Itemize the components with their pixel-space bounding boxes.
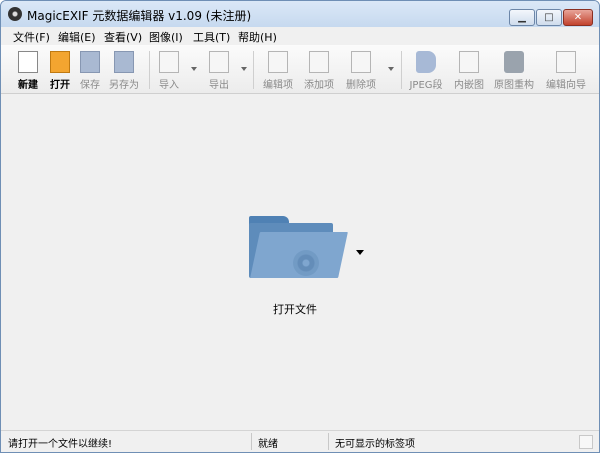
rebuild-original-button[interactable]: 原图重构 bbox=[490, 49, 538, 91]
import-dropdown-arrow[interactable] bbox=[191, 67, 197, 71]
menu-help[interactable]: 帮助(H) bbox=[238, 29, 277, 45]
open-file-dropdown-arrow[interactable] bbox=[356, 250, 364, 255]
open-button-label: 打开 bbox=[50, 80, 70, 91]
embedded-image-icon bbox=[459, 51, 479, 73]
app-window: MagicEXIF 元数据编辑器 v1.09 (未注册) ▁ □ ✕ 文件(F)… bbox=[0, 0, 600, 453]
workspace: 打开文件 bbox=[1, 94, 599, 430]
menu-file[interactable]: 文件(F) bbox=[13, 29, 50, 45]
jpeg-segment-button-label: JPEG段 bbox=[409, 80, 443, 91]
edit-wizard-button[interactable]: 编辑向导 bbox=[542, 49, 590, 91]
new-document-icon bbox=[18, 51, 38, 73]
menu-image[interactable]: 图像(I) bbox=[149, 29, 183, 45]
menu-tools[interactable]: 工具(T) bbox=[193, 29, 230, 45]
delete-item-button-label: 删除项 bbox=[346, 80, 376, 91]
export-button-label: 导出 bbox=[209, 80, 229, 91]
add-item-button[interactable]: 添加项 bbox=[300, 49, 338, 91]
resize-grip[interactable] bbox=[579, 435, 593, 449]
delete-item-button[interactable]: 删除项 bbox=[341, 49, 381, 91]
status-tags: 无可显示的标签项 bbox=[335, 439, 415, 450]
status-divider bbox=[328, 433, 329, 450]
save-button-label: 保存 bbox=[80, 80, 100, 91]
embedded-image-button[interactable]: 内嵌图 bbox=[450, 49, 488, 91]
edit-wizard-button-label: 编辑向导 bbox=[546, 80, 586, 91]
rebuild-original-button-label: 原图重构 bbox=[494, 80, 534, 91]
export-button[interactable]: 导出 bbox=[205, 49, 233, 91]
export-dropdown-arrow[interactable] bbox=[241, 67, 247, 71]
window-title: MagicEXIF 元数据编辑器 v1.09 (未注册) bbox=[27, 9, 252, 23]
open-file-folder-button[interactable] bbox=[249, 216, 348, 278]
folder-open-icon bbox=[50, 51, 70, 73]
import-button-label: 导入 bbox=[159, 80, 179, 91]
open-button[interactable]: 打开 bbox=[45, 49, 75, 91]
add-item-icon bbox=[309, 51, 329, 73]
tag-icon bbox=[416, 51, 436, 73]
maximize-icon: □ bbox=[544, 12, 554, 23]
open-file-label[interactable]: 打开文件 bbox=[273, 301, 317, 317]
edit-item-button[interactable]: 编辑项 bbox=[259, 49, 297, 91]
menu-view[interactable]: 查看(V) bbox=[104, 29, 142, 45]
edit-item-button-label: 编辑项 bbox=[263, 80, 293, 91]
jpeg-segment-button[interactable]: JPEG段 bbox=[406, 49, 446, 91]
delete-dropdown-arrow[interactable] bbox=[388, 67, 394, 71]
status-hint: 请打开一个文件以继续! bbox=[8, 439, 113, 450]
embedded-image-button-label: 内嵌图 bbox=[454, 80, 484, 91]
camera-lens-icon bbox=[8, 7, 22, 21]
toolbar-separator bbox=[149, 51, 150, 89]
toolbar-separator bbox=[253, 51, 254, 89]
toolbar-separator bbox=[401, 51, 402, 89]
menu-edit[interactable]: 编辑(E) bbox=[58, 29, 96, 45]
delete-item-icon bbox=[351, 51, 371, 73]
status-bar: 请打开一个文件以继续! 就绪 无可显示的标签项 bbox=[1, 430, 599, 452]
save-button[interactable]: 保存 bbox=[77, 49, 103, 91]
floppy-edit-icon bbox=[114, 51, 134, 73]
title-bar[interactable]: MagicEXIF 元数据编辑器 v1.09 (未注册) ▁ □ ✕ bbox=[1, 1, 599, 27]
minimize-icon: ▁ bbox=[518, 12, 526, 23]
new-button[interactable]: 新建 bbox=[13, 49, 43, 91]
add-item-button-label: 添加项 bbox=[304, 80, 334, 91]
import-icon bbox=[159, 51, 179, 73]
status-state: 就绪 bbox=[258, 439, 278, 450]
close-button[interactable]: ✕ bbox=[563, 9, 593, 26]
disc-icon bbox=[293, 250, 319, 276]
menu-bar: 文件(F) 编辑(E) 查看(V) 图像(I) 工具(T) 帮助(H) bbox=[1, 27, 599, 45]
maximize-button[interactable]: □ bbox=[536, 9, 562, 26]
wizard-icon bbox=[556, 51, 576, 73]
close-icon: ✕ bbox=[573, 12, 583, 23]
floppy-disk-icon bbox=[80, 51, 100, 73]
new-button-label: 新建 bbox=[18, 80, 38, 91]
camera-icon bbox=[504, 51, 524, 73]
save-as-button[interactable]: 另存为 bbox=[105, 49, 143, 91]
status-divider bbox=[251, 433, 252, 450]
save-as-button-label: 另存为 bbox=[109, 80, 139, 91]
export-icon bbox=[209, 51, 229, 73]
import-button[interactable]: 导入 bbox=[155, 49, 183, 91]
toolbar: 新建 打开 保存 另存为 导入 导出 编辑项 添加项 删除项 JPEG段 内嵌图… bbox=[1, 45, 599, 94]
edit-item-icon bbox=[268, 51, 288, 73]
minimize-button[interactable]: ▁ bbox=[509, 9, 535, 26]
